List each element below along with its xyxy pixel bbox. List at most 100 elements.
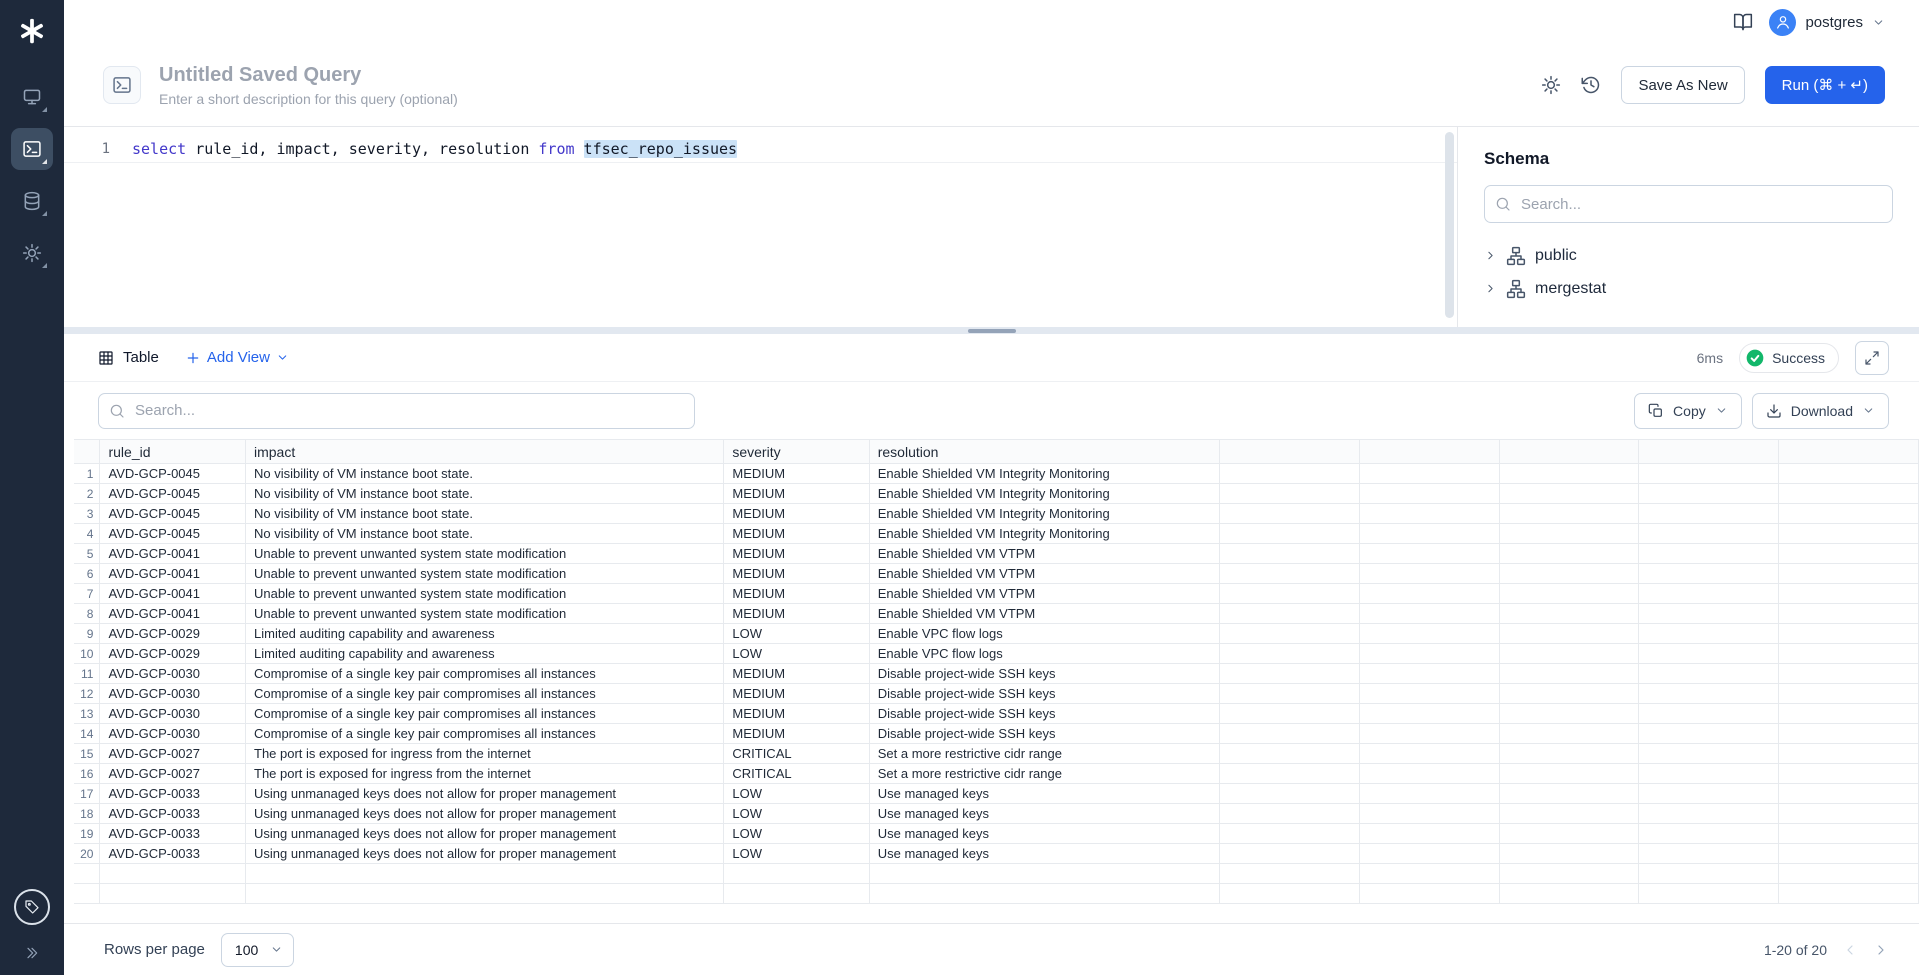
cell: The port is exposed for ingress from the… [246, 744, 724, 764]
row-number-header [74, 440, 100, 464]
cell-empty [1499, 544, 1639, 564]
account-menu[interactable]: postgres [1769, 9, 1885, 36]
table-row[interactable]: 7AVD-GCP-0041Unable to prevent unwanted … [74, 584, 1919, 604]
version-tag-button[interactable] [14, 889, 50, 925]
sql-editor[interactable]: 1 select rule_id, impact, severity, reso… [64, 127, 1457, 327]
chevron-right-icon[interactable] [1484, 249, 1497, 262]
cell: LOW [724, 784, 869, 804]
cell: Limited auditing capability and awarenes… [246, 624, 724, 644]
add-view-label: Add View [207, 349, 270, 366]
cell-empty [1499, 564, 1639, 584]
table-row[interactable]: 15AVD-GCP-0027The port is exposed for in… [74, 744, 1919, 764]
cell-empty [1219, 504, 1359, 524]
mergestat-logo[interactable] [13, 12, 51, 50]
table-row[interactable]: 10AVD-GCP-0029Limited auditing capabilit… [74, 644, 1919, 664]
status-badge: Success [1739, 343, 1839, 373]
cell: Use managed keys [869, 784, 1219, 804]
previous-page-button[interactable] [1842, 942, 1858, 958]
cell-empty [1779, 764, 1919, 784]
rows-per-page-select[interactable]: 100 [221, 933, 294, 967]
cell-empty [1359, 824, 1499, 844]
results-search-row: Copy Download [64, 382, 1919, 439]
cell-empty [1779, 504, 1919, 524]
query-title-input[interactable] [159, 64, 639, 87]
row-number: 12 [74, 684, 100, 704]
query-settings-button[interactable] [1541, 75, 1561, 95]
table-row[interactable]: 3AVD-GCP-0045No visibility of VM instanc… [74, 504, 1919, 524]
cell: No visibility of VM instance boot state. [246, 524, 724, 544]
add-view-button[interactable]: Add View [185, 349, 289, 366]
cell-empty [1219, 664, 1359, 684]
table-row[interactable]: 13AVD-GCP-0030Compromise of a single key… [74, 704, 1919, 724]
cell: Use managed keys [869, 804, 1219, 824]
copy-button[interactable]: Copy [1634, 393, 1742, 429]
table-grid-icon [98, 350, 114, 366]
save-as-new-button[interactable]: Save As New [1621, 66, 1744, 104]
table-row[interactable]: 20AVD-GCP-0033Using unmanaged keys does … [74, 844, 1919, 864]
schema-tree-item-public[interactable]: public [1484, 239, 1893, 272]
table-row[interactable]: 16AVD-GCP-0027The port is exposed for in… [74, 764, 1919, 784]
query-type-icon-box [103, 66, 141, 104]
row-number: 14 [74, 724, 100, 744]
schema-search-input[interactable] [1484, 185, 1893, 223]
row-number: 10 [74, 644, 100, 664]
table-row[interactable]: 19AVD-GCP-0033Using unmanaged keys does … [74, 824, 1919, 844]
table-row[interactable]: 12AVD-GCP-0030Compromise of a single key… [74, 684, 1919, 704]
next-page-button[interactable] [1873, 942, 1889, 958]
cell: AVD-GCP-0030 [100, 664, 246, 684]
cell: MEDIUM [724, 724, 869, 744]
table-row[interactable]: 9AVD-GCP-0029Limited auditing capability… [74, 624, 1919, 644]
row-number: 16 [74, 764, 100, 784]
table-row[interactable]: 4AVD-GCP-0045No visibility of VM instanc… [74, 524, 1919, 544]
cell: Disable project-wide SSH keys [869, 724, 1219, 744]
panel-resize-handle[interactable] [64, 327, 1919, 334]
table-row[interactable]: 11AVD-GCP-0030Compromise of a single key… [74, 664, 1919, 684]
cell: AVD-GCP-0041 [100, 584, 246, 604]
cell: Enable Shielded VM Integrity Monitoring [869, 504, 1219, 524]
fullscreen-results-button[interactable] [1855, 341, 1889, 375]
table-row[interactable]: 2AVD-GCP-0045No visibility of VM instanc… [74, 484, 1919, 504]
chevron-down-icon [270, 943, 283, 956]
row-number: 11 [74, 664, 100, 684]
table-row[interactable]: 17AVD-GCP-0033Using unmanaged keys does … [74, 784, 1919, 804]
sidebar-item-data[interactable] [11, 180, 53, 222]
docs-button[interactable] [1733, 12, 1753, 32]
table-row[interactable]: 8AVD-GCP-0041Unable to prevent unwanted … [74, 604, 1919, 624]
cell: Compromise of a single key pair compromi… [246, 684, 724, 704]
query-history-button[interactable] [1581, 75, 1601, 95]
results-search-input[interactable] [98, 393, 695, 429]
sidebar-expand-button[interactable] [24, 945, 40, 961]
account-name: postgres [1805, 14, 1863, 31]
editor-scrollbar[interactable] [1445, 132, 1454, 318]
row-number: 1 [74, 464, 100, 484]
table-row[interactable]: 6AVD-GCP-0041Unable to prevent unwanted … [74, 564, 1919, 584]
cell-empty [1639, 464, 1779, 484]
download-button[interactable]: Download [1752, 393, 1889, 429]
cell: AVD-GCP-0033 [100, 804, 246, 824]
sidebar-item-settings[interactable] [11, 232, 53, 274]
cell: MEDIUM [724, 604, 869, 624]
chevron-right-icon[interactable] [1484, 282, 1497, 295]
book-open-icon [1733, 12, 1753, 32]
table-row[interactable]: 14AVD-GCP-0030Compromise of a single key… [74, 724, 1919, 744]
cell: LOW [724, 644, 869, 664]
cell: Set a more restrictive cidr range [869, 764, 1219, 784]
table-row[interactable]: 1AVD-GCP-0045No visibility of VM instanc… [74, 464, 1919, 484]
cell: Compromise of a single key pair compromi… [246, 664, 724, 684]
cell-empty [1639, 704, 1779, 724]
table-row-empty [74, 884, 1919, 904]
cell-empty [1219, 784, 1359, 804]
search-icon [109, 403, 125, 419]
run-query-button[interactable]: Run (⌘ + ↵) [1765, 66, 1885, 104]
query-description-input[interactable] [159, 91, 639, 107]
schema-tree-item-mergestat[interactable]: mergestat [1484, 272, 1893, 305]
table-row[interactable]: 18AVD-GCP-0033Using unmanaged keys does … [74, 804, 1919, 824]
table-row[interactable]: 5AVD-GCP-0041Unable to prevent unwanted … [74, 544, 1919, 564]
schema-panel: Schema publicmergestat [1457, 127, 1919, 327]
tab-table-view[interactable]: Table [98, 349, 159, 366]
sidebar-item-repos[interactable] [11, 76, 53, 118]
cell: AVD-GCP-0045 [100, 464, 246, 484]
sidebar-item-queries[interactable] [11, 128, 53, 170]
cell-empty [1639, 824, 1779, 844]
cell-empty [1219, 604, 1359, 624]
